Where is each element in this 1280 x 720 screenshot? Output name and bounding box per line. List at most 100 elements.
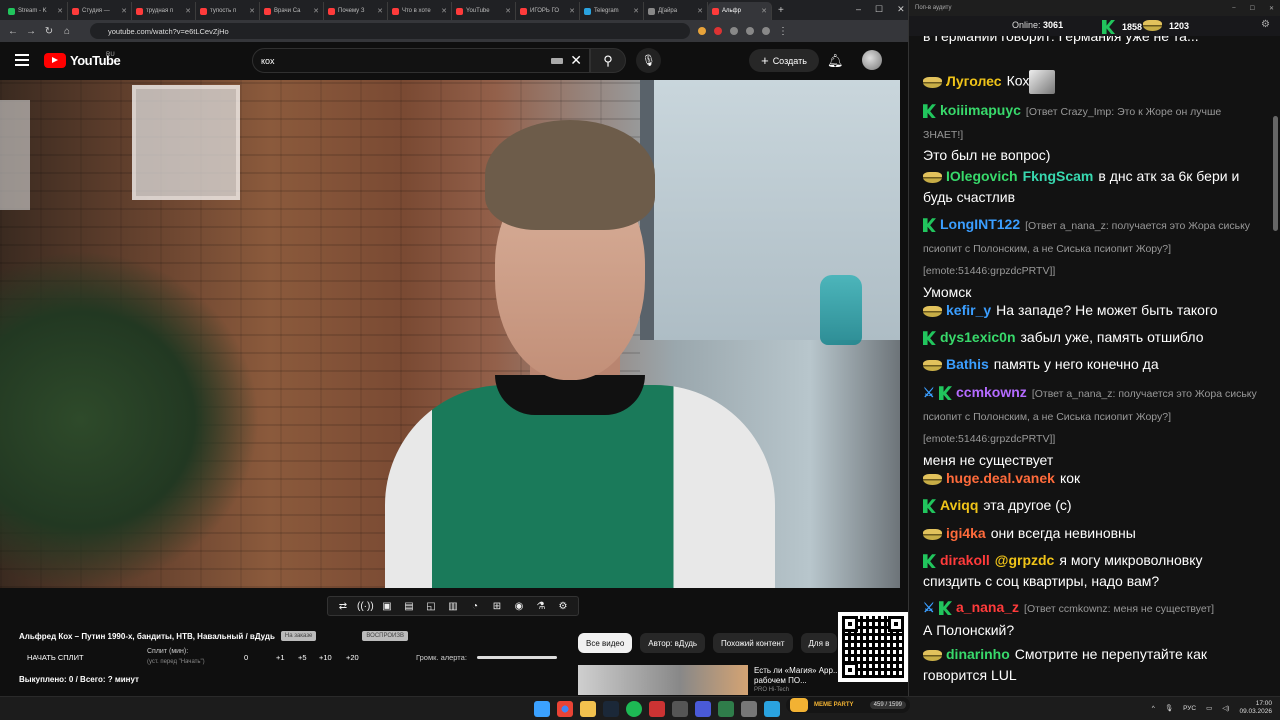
explorer-icon[interactable] [580, 701, 596, 717]
browser-tab[interactable]: Почему З ✕ [324, 2, 388, 20]
browser-tab[interactable]: трудная п ✕ [132, 2, 196, 20]
recommended-thumbnail[interactable] [578, 665, 748, 695]
app-icon[interactable] [695, 701, 711, 717]
chevron-up-icon[interactable]: ^ [1152, 705, 1155, 712]
chat-username[interactable]: Bathis [946, 356, 989, 372]
app-icon[interactable] [649, 701, 665, 717]
search-input[interactable]: кох ✕ [252, 48, 590, 73]
language-indicator[interactable]: РУС [1183, 705, 1196, 712]
profile-icon[interactable] [762, 27, 770, 35]
back-icon[interactable]: ← [8, 26, 18, 37]
notifications-bell-icon[interactable]: 🔔︎ [827, 53, 844, 69]
tab-close-icon[interactable]: ✕ [313, 7, 319, 15]
chat-feed[interactable]: в Германии говорит: Германия уже не та..… [908, 36, 1280, 696]
extension-icon[interactable] [714, 27, 722, 35]
chat-username[interactable]: igi4ka [946, 525, 986, 541]
app-icon[interactable] [672, 701, 688, 717]
network-icon[interactable]: ▭ [1206, 704, 1212, 712]
browser-tab[interactable]: Студия — ✕ [68, 2, 132, 20]
chat-username[interactable]: a_nana_z [956, 599, 1019, 615]
extension-icon[interactable] [698, 27, 706, 35]
chat-settings-icon[interactable]: ⚙ [1261, 19, 1270, 30]
flask-icon[interactable]: ⚗ [533, 601, 549, 612]
chat-username[interactable]: FkngScam [1023, 168, 1094, 184]
browser-tab[interactable]: Stream - K ✕ [4, 2, 68, 20]
start-split-button[interactable]: НАЧАТЬ СПЛИТ [27, 653, 84, 662]
download-icon[interactable] [746, 27, 754, 35]
minimize-icon[interactable]: – [1232, 5, 1235, 12]
tab-close-icon[interactable]: ✕ [121, 7, 127, 15]
chip-for-you[interactable]: Для в [800, 633, 838, 653]
voice-search-icon[interactable]: 🎙 [636, 48, 661, 73]
filmstrip-icon[interactable]: ▥ [445, 601, 461, 612]
tab-close-icon[interactable]: ✕ [185, 7, 191, 15]
chat-username[interactable]: IOlegovich [946, 168, 1018, 184]
camera-icon[interactable]: ◉ [511, 601, 527, 612]
forward-icon[interactable]: → [26, 26, 36, 37]
gear-icon[interactable]: ⚙ [555, 601, 571, 612]
chat-username[interactable]: dys1exic0n [940, 329, 1016, 345]
telegram-icon[interactable] [764, 701, 780, 717]
clapperboard-icon[interactable]: ▤ [401, 601, 417, 612]
hamburger-menu-icon[interactable] [15, 54, 29, 66]
chrome-icon[interactable] [557, 701, 573, 717]
search-button[interactable]: ⚲ [590, 48, 626, 73]
create-button[interactable]: + Создать [749, 49, 819, 72]
clock[interactable]: 17:00 09.03.2026 [1239, 700, 1272, 716]
tab-close-icon[interactable]: ✕ [761, 7, 767, 15]
chat-username[interactable]: ccmkownz [956, 384, 1027, 400]
browser-menu-icon[interactable]: ⋮ [778, 26, 788, 37]
app-icon[interactable] [718, 701, 734, 717]
close-icon[interactable]: ✕ [897, 4, 905, 15]
browser-tab[interactable]: Врачи Са ✕ [260, 2, 324, 20]
alert-volume-slider[interactable] [477, 656, 557, 659]
chat-scrollbar[interactable] [1273, 116, 1278, 231]
reload-icon[interactable]: ↻ [44, 26, 54, 37]
chat-username[interactable]: koiiimapuyc [940, 102, 1021, 118]
browser-tab[interactable]: тупость п ✕ [196, 2, 260, 20]
maximize-icon[interactable]: ☐ [1250, 5, 1255, 12]
browser-tab[interactable]: YouTube ✕ [452, 2, 516, 20]
tab-close-icon[interactable]: ✕ [697, 7, 703, 15]
chip-author[interactable]: Автор: вДудь [640, 633, 706, 653]
add-clip-icon[interactable]: ⊞ [489, 601, 505, 612]
chip-all-videos[interactable]: Все видео [578, 633, 633, 653]
keyboard-icon[interactable] [551, 58, 563, 64]
browser-tab[interactable]: ИГОРЬ ГО ✕ [516, 2, 580, 20]
new-tab-icon[interactable]: + [778, 5, 784, 16]
chip-similar[interactable]: Похожий контент [713, 633, 793, 653]
recommended-channel[interactable]: PRO Hi-Tech [754, 687, 789, 693]
split-step-button[interactable]: +5 [298, 653, 307, 662]
maximize-icon[interactable]: ☐ [875, 4, 883, 15]
chat-mention[interactable]: @grpzdc [995, 552, 1055, 568]
chat-username[interactable]: Луголес [946, 73, 1002, 89]
avatar[interactable] [862, 50, 882, 70]
tab-close-icon[interactable]: ✕ [249, 7, 255, 15]
split-step-button[interactable]: +20 [346, 653, 359, 662]
video-player[interactable] [0, 80, 900, 588]
volume-icon[interactable]: ◁) [1222, 704, 1229, 712]
order-pill[interactable]: На заказе [280, 631, 317, 641]
tab-close-icon[interactable]: ✕ [569, 7, 575, 15]
play-pill[interactable]: ВОСПРОИЗВ [362, 631, 408, 641]
loop-icon[interactable]: ⇄ [335, 601, 351, 612]
browser-tab[interactable]: Альфр ✕ [708, 2, 772, 20]
tab-close-icon[interactable]: ✕ [441, 7, 447, 15]
browser-tab[interactable]: Telegram ✕ [580, 2, 644, 20]
chat-username[interactable]: LongINT122 [940, 216, 1020, 232]
app-icon[interactable] [741, 701, 757, 717]
tab-close-icon[interactable]: ✕ [505, 7, 511, 15]
browser-tab[interactable]: Что в хоте ✕ [388, 2, 452, 20]
mic-icon[interactable]: 🎙 [1165, 704, 1173, 712]
speed-icon[interactable]: ◔ [467, 601, 483, 612]
spotify-icon[interactable] [626, 701, 642, 717]
address-bar[interactable]: youtube.com/watch?v=e6tLCevZjHo [90, 23, 690, 39]
windows-start-icon[interactable] [534, 701, 550, 717]
tab-close-icon[interactable]: ✕ [377, 7, 383, 15]
minimize-icon[interactable]: – [856, 4, 861, 15]
chat-username[interactable]: kefir_y [946, 302, 991, 318]
chat-username[interactable]: dirakoll [940, 552, 990, 568]
split-step-button[interactable]: +10 [319, 653, 332, 662]
broadcast-icon[interactable]: ((·)) [357, 601, 374, 612]
tab-close-icon[interactable]: ✕ [57, 7, 63, 15]
